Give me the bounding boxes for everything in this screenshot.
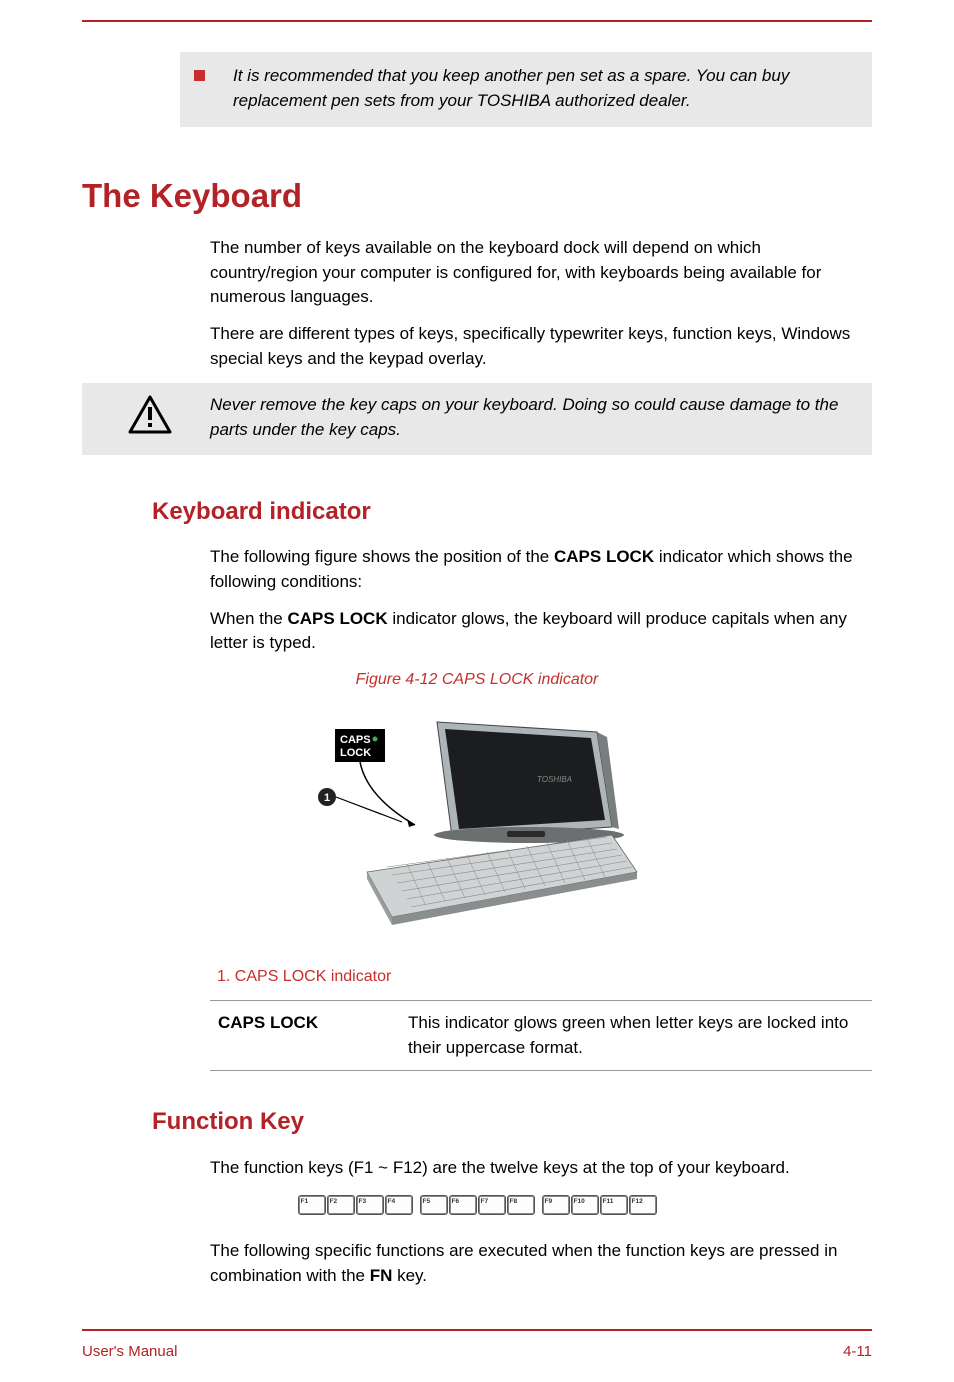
bottom-border <box>82 1329 872 1331</box>
fkey-f3 <box>356 1195 384 1215</box>
footer-left: User's Manual <box>82 1341 177 1363</box>
paragraph: The following specific functions are exe… <box>210 1239 872 1288</box>
svg-text:1: 1 <box>324 792 330 804</box>
figure-caption: Figure 4-12 CAPS LOCK indicator <box>82 668 872 691</box>
text-fragment: key. <box>392 1266 427 1285</box>
table-description: This indicator glows green when letter k… <box>400 1000 872 1070</box>
paragraph: When the CAPS LOCK indicator glows, the … <box>210 607 872 656</box>
figure-illustration: CAPS LOCK 1 TOSHIBA <box>82 707 872 935</box>
caution-callout: Never remove the key caps on your keyboa… <box>82 383 872 454</box>
subsection-heading: Function Key <box>152 1105 872 1140</box>
fkey-f7 <box>478 1195 506 1215</box>
svg-text:LOCK: LOCK <box>340 747 371 759</box>
fkey-f8 <box>507 1195 535 1215</box>
paragraph: There are different types of keys, speci… <box>210 322 872 371</box>
page-footer: User's Manual 4-11 <box>82 1341 872 1363</box>
fkey-f6 <box>449 1195 477 1215</box>
table-row: CAPS LOCK This indicator glows green whe… <box>210 1000 872 1070</box>
fkey-f5 <box>420 1195 448 1215</box>
text-bold: CAPS LOCK <box>554 547 654 566</box>
top-border <box>82 20 872 22</box>
fkey-f10 <box>571 1195 599 1215</box>
paragraph: The function keys (F1 ~ F12) are the twe… <box>210 1156 872 1181</box>
note-callout: It is recommended that you keep another … <box>180 52 872 127</box>
fkey-f12 <box>629 1195 657 1215</box>
text-fragment: When the <box>210 609 288 628</box>
table-label: CAPS LOCK <box>210 1000 400 1070</box>
indicator-table: CAPS LOCK This indicator glows green whe… <box>210 1000 872 1071</box>
paragraph: The number of keys available on the keyb… <box>210 236 872 310</box>
svg-text:CAPS: CAPS <box>340 734 371 746</box>
note-bullet-icon <box>194 70 205 81</box>
caution-text: Never remove the key caps on your keyboa… <box>210 393 854 442</box>
figure-legend: 1. CAPS LOCK indicator <box>217 965 872 988</box>
paragraph: The following figure shows the position … <box>210 545 872 594</box>
fkey-f2 <box>327 1195 355 1215</box>
text-bold: FN <box>370 1266 393 1285</box>
text-fragment: The following figure shows the position … <box>210 547 554 566</box>
text-bold: CAPS LOCK <box>288 609 388 628</box>
fkey-f1 <box>298 1195 326 1215</box>
section-heading: The Keyboard <box>82 172 872 220</box>
fkey-f4 <box>385 1195 413 1215</box>
footer-right: 4-11 <box>843 1341 872 1363</box>
function-key-row-illustration <box>82 1193 872 1218</box>
fkey-f11 <box>600 1195 628 1215</box>
text-fragment: The following specific functions are exe… <box>210 1241 837 1285</box>
warning-icon <box>128 395 172 435</box>
fkey-f9 <box>542 1195 570 1215</box>
note-text: It is recommended that you keep another … <box>233 64 854 113</box>
subsection-heading: Keyboard indicator <box>152 495 872 530</box>
svg-text:TOSHIBA: TOSHIBA <box>537 775 572 784</box>
